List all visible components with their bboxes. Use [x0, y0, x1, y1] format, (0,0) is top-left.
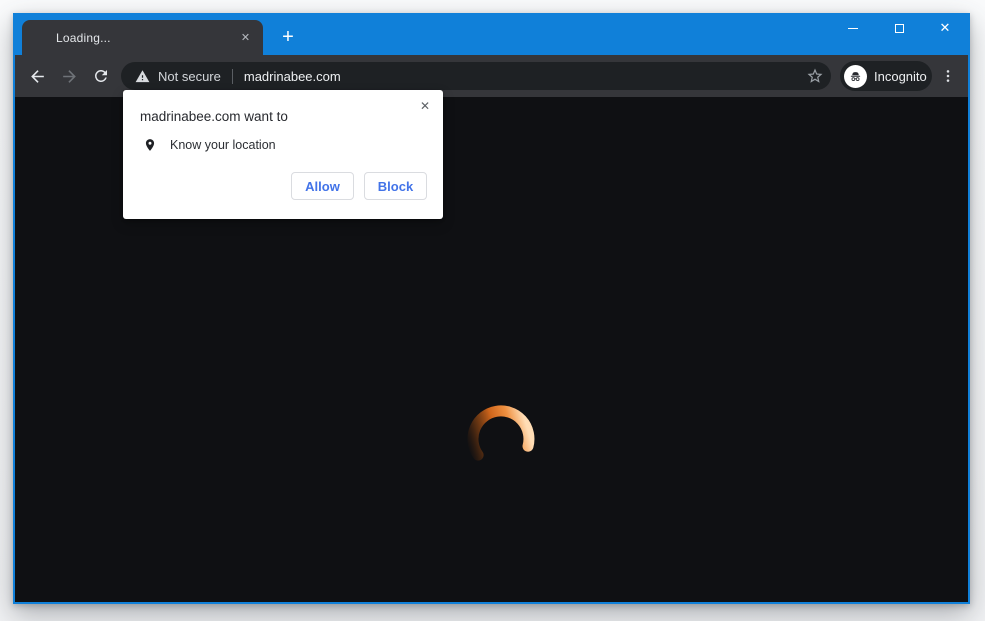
tab-title: Loading...	[56, 31, 111, 45]
security-label[interactable]: Not secure	[158, 69, 221, 84]
address-bar[interactable]: Not secure madrinabee.com	[121, 62, 831, 90]
dialog-title: madrinabee.com want to	[123, 90, 443, 124]
permission-dialog: ✕ madrinabee.com want to Know your locat…	[123, 90, 443, 219]
dialog-buttons: Allow Block	[291, 172, 427, 200]
minimize-icon	[848, 28, 858, 29]
incognito-avatar	[844, 65, 867, 88]
reload-icon	[92, 67, 110, 85]
new-tab-button[interactable]: +	[274, 23, 302, 51]
window-titlebar[interactable]: Loading... ✕ + ✕	[13, 13, 970, 55]
back-button[interactable]	[23, 62, 51, 90]
kebab-menu-icon	[940, 68, 956, 84]
desktop-background: Loading... ✕ + ✕	[0, 0, 985, 621]
reload-button[interactable]	[87, 62, 115, 90]
allow-button[interactable]: Allow	[291, 172, 354, 200]
forward-button[interactable]	[55, 62, 83, 90]
maximize-icon	[895, 24, 904, 33]
location-pin-icon	[143, 138, 157, 152]
not-secure-warning-icon[interactable]	[135, 69, 150, 84]
permission-row: Know your location	[143, 138, 443, 152]
window-controls: ✕	[830, 13, 968, 43]
loading-spinner	[456, 394, 546, 484]
url-text[interactable]: madrinabee.com	[244, 69, 341, 84]
permission-text: Know your location	[170, 138, 276, 152]
omnibox-divider	[232, 69, 233, 84]
block-button[interactable]: Block	[364, 172, 427, 200]
incognito-badge: Incognito	[840, 61, 932, 91]
forward-arrow-icon	[60, 67, 79, 86]
maximize-button[interactable]	[876, 13, 922, 43]
tab-close-icon[interactable]: ✕	[237, 29, 254, 46]
browser-tab[interactable]: Loading... ✕	[22, 20, 263, 55]
close-window-button[interactable]: ✕	[922, 13, 968, 43]
bookmark-star-icon[interactable]	[806, 67, 824, 85]
incognito-icon	[848, 69, 863, 84]
back-arrow-icon	[28, 67, 47, 86]
dialog-close-icon[interactable]: ✕	[416, 97, 434, 115]
minimize-button[interactable]	[830, 13, 876, 43]
incognito-label: Incognito	[874, 69, 927, 84]
browser-window: Loading... ✕ + ✕	[13, 13, 970, 604]
browser-menu-button[interactable]	[934, 62, 962, 90]
